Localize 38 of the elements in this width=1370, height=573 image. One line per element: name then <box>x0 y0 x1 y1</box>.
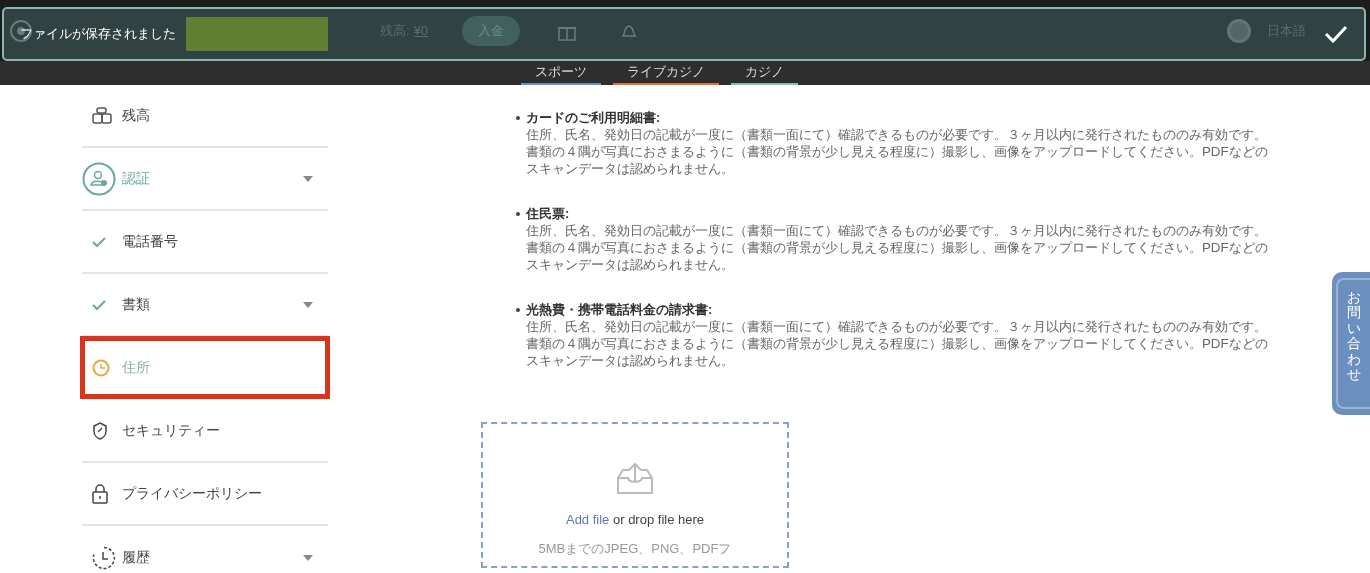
bullet-icon <box>516 212 520 216</box>
sidebar-item[interactable]: プライバシーポリシー <box>122 483 328 504</box>
caret-icon[interactable] <box>302 174 314 183</box>
document-description: 住所、氏名、発効日の記載が一度に（書類一面にて）確認できるものが必要です。３ヶ月以内に発行されたもののみ有効です。書類の４隅が写真におさまるように（書類の背景が少し見える程度に）撮影し、画像をアップロードしてください。PDFなどのスキャンデータは認められません。 <box>526 126 1269 177</box>
user-badge-icon <box>82 161 116 196</box>
check-icon <box>92 298 106 311</box>
document-title: 光熱費・携帯電話料金の請求書: <box>526 301 714 318</box>
clock-icon <box>92 358 110 377</box>
nav-tab[interactable]: カジノ <box>730 61 798 85</box>
sidebar-item[interactable]: 残高 <box>122 105 328 126</box>
check-icon <box>92 235 106 248</box>
toast-message: ファイルが保存されました <box>20 25 176 44</box>
sidebar-item[interactable]: 電話番号 <box>122 231 328 252</box>
caret-icon[interactable] <box>302 553 314 562</box>
logo-icon <box>8 17 34 44</box>
add-file-link[interactable]: Add file <box>565 512 610 527</box>
upload-tray-icon <box>615 462 655 496</box>
upload-dropzone[interactable]: Add file or drop file here 5MBまでのJPEG、PNG、PDFフ <box>481 422 789 568</box>
nav-tab[interactable]: スポーツ <box>520 61 601 85</box>
lock-icon <box>92 483 108 504</box>
history-icon <box>92 545 116 570</box>
sidebar-item[interactable]: 書類 <box>122 294 302 315</box>
checkmark-icon[interactable] <box>1324 24 1348 44</box>
document-title: 住民票: <box>526 205 571 222</box>
sidebar-item[interactable]: セキュリティー <box>122 420 328 441</box>
document-description: 住所、氏名、発効日の記載が一度に（書類一面にて）確認できるものが必要です。３ヶ月以内に発行されたもののみ有効です。書類の４隅が写真におさまるように（書類の背景が少し見える程度に）撮影し、画像をアップロードしてください。PDFなどのスキャンデータは認められません。 <box>526 318 1269 369</box>
document-description: 住所、氏名、発効日の記載が一度に（書類一面にて）確認できるものが必要です。３ヶ月以内に発行されたもののみ有効です。書類の４隅が写真におさまるように（書類の背景が少し見える程度に）撮影し、画像をアップロードしてください。PDFなどのスキャンデータは認められません。 <box>526 222 1269 273</box>
coins-icon <box>92 106 112 125</box>
upload-hint: 5MBまでのJPEG、PNG、PDFフ <box>538 539 732 558</box>
shield-icon <box>92 421 108 440</box>
nav-tab[interactable]: ライブカジノ <box>612 61 719 85</box>
avatar-icon[interactable] <box>1227 18 1251 43</box>
bullet-icon <box>516 116 520 120</box>
upload-instruction: Add file or drop file here <box>565 511 705 529</box>
bullet-icon <box>516 308 520 312</box>
sidebar-item[interactable]: 履歴 <box>122 547 302 568</box>
caret-icon[interactable] <box>302 300 314 309</box>
document-title: カードのご利用明細書: <box>526 109 662 126</box>
